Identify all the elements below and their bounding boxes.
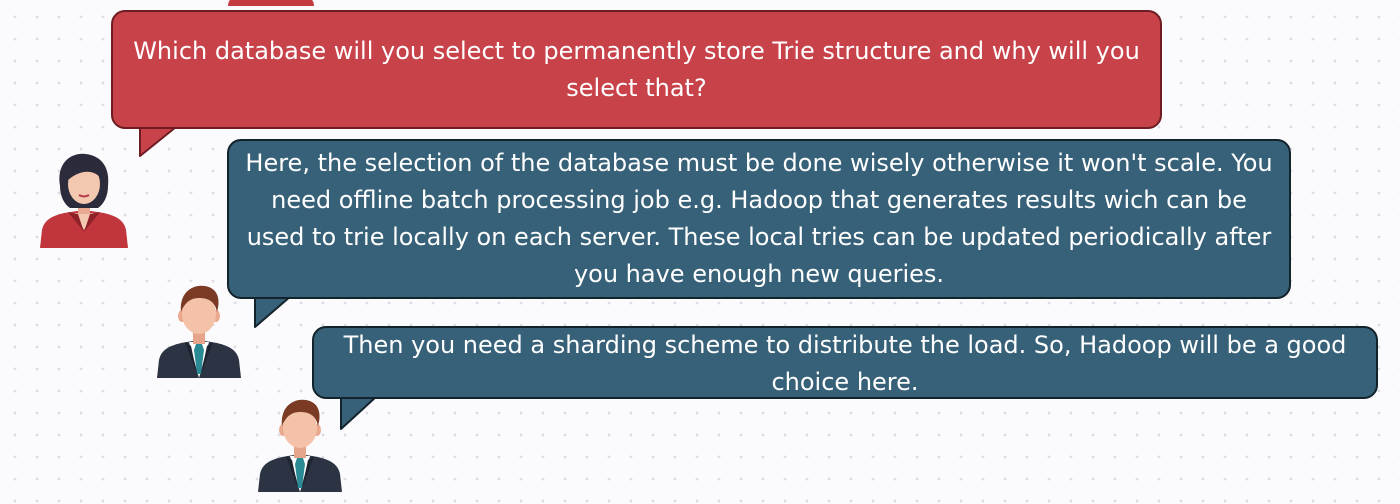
answer-text: Here, the selection of the database must…	[245, 149, 1273, 288]
speech-bubble-tail	[139, 125, 177, 157]
question-speech-bubble: Which database will you select to perman…	[111, 10, 1162, 129]
woman-avatar-partial-icon	[228, 0, 314, 6]
answer-text: Then you need a sharding scheme to distr…	[343, 331, 1347, 396]
woman-icon	[40, 153, 128, 248]
man-icon	[157, 285, 241, 378]
question-text: Which database will you select to perman…	[133, 36, 1140, 102]
answer-speech-bubble: Then you need a sharding scheme to distr…	[312, 326, 1378, 399]
answer-speech-bubble: Here, the selection of the database must…	[227, 139, 1291, 299]
speech-bubble-tail	[254, 294, 292, 328]
man-icon	[258, 399, 342, 492]
